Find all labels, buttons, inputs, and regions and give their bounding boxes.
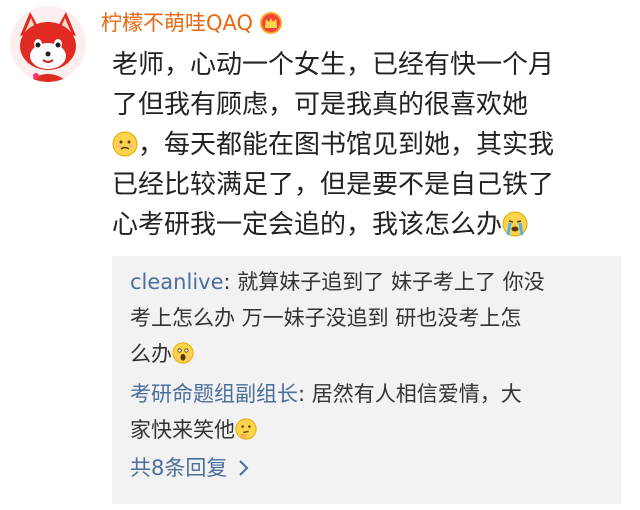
post-line: 了但我有顾虑，可是我真的很喜欢她 [112,90,529,120]
reply-line: cleanlive: 就算妹子追到了 妹子考上了 你没 [130,264,610,300]
reply-username[interactable]: 考研命题组副组长 [130,382,298,406]
post-line-text: ，每天都能在图书馆见到她，其实我 [138,130,555,160]
red-fox-avatar-icon [10,6,86,82]
post-line: ，每天都能在图书馆见到她，其实我 [112,125,616,165]
crown-vip-icon [259,11,283,35]
post-line: 心考研我一定会追的，我该怎么办 [112,205,616,245]
post-line-text: 心考研我一定会追的，我该怎么办 [112,210,503,240]
post-line: 老师，心动一个女生，已经有快一个月 [112,50,555,80]
view-all-replies-link[interactable]: 共8条回复 [130,452,251,484]
reply-item[interactable]: cleanlive: 就算妹子追到了 妹子考上了 你没 考上怎么办 万一妹子没追… [130,264,610,372]
more-replies-label[interactable]: 共8条回复 [130,452,227,484]
reply-line: 么办 [130,336,610,372]
replies-panel: cleanlive: 就算妹子追到了 妹子考上了 你没 考上怎么办 万一妹子没追… [112,256,621,504]
chevron-right-icon [237,458,251,478]
avatar[interactable] [10,6,86,82]
reply-separator: : [223,270,238,294]
reply-item[interactable]: 考研命题组副组长: 居然有人相信爱情，大 家快来笑他 [130,376,610,448]
reply-line: 考研命题组副组长: 居然有人相信爱情，大 [130,376,610,412]
post-line: 已经比较满足了，但是要不是自己铁了 [112,170,555,200]
post-content: 老师，心动一个女生，已经有快一个月 了但我有顾虑，可是我真的很喜欢她 ，每天都能… [112,45,616,245]
reply-line: 家快来笑他 [130,412,610,448]
crying-face-icon [502,211,528,237]
reply-text: 么办 [130,342,172,366]
username-text[interactable]: 柠檬不萌哇QAQ [101,9,253,37]
thinking-face-icon [235,418,257,440]
reply-username[interactable]: cleanlive [130,270,224,294]
reply-text: 居然有人相信爱情，大 [311,382,522,406]
sad-face-icon [112,131,138,157]
shocked-face-icon [172,342,194,364]
reply-text: 就算妹子追到了 妹子考上了 你没 [237,270,545,294]
reply-line: 考上怎么办 万一妹子没追到 研也没考上怎 [130,306,522,330]
reply-separator: : [298,382,312,406]
reply-text: 家快来笑他 [130,418,235,442]
username[interactable]: 柠檬不萌哇QAQ [101,9,283,37]
